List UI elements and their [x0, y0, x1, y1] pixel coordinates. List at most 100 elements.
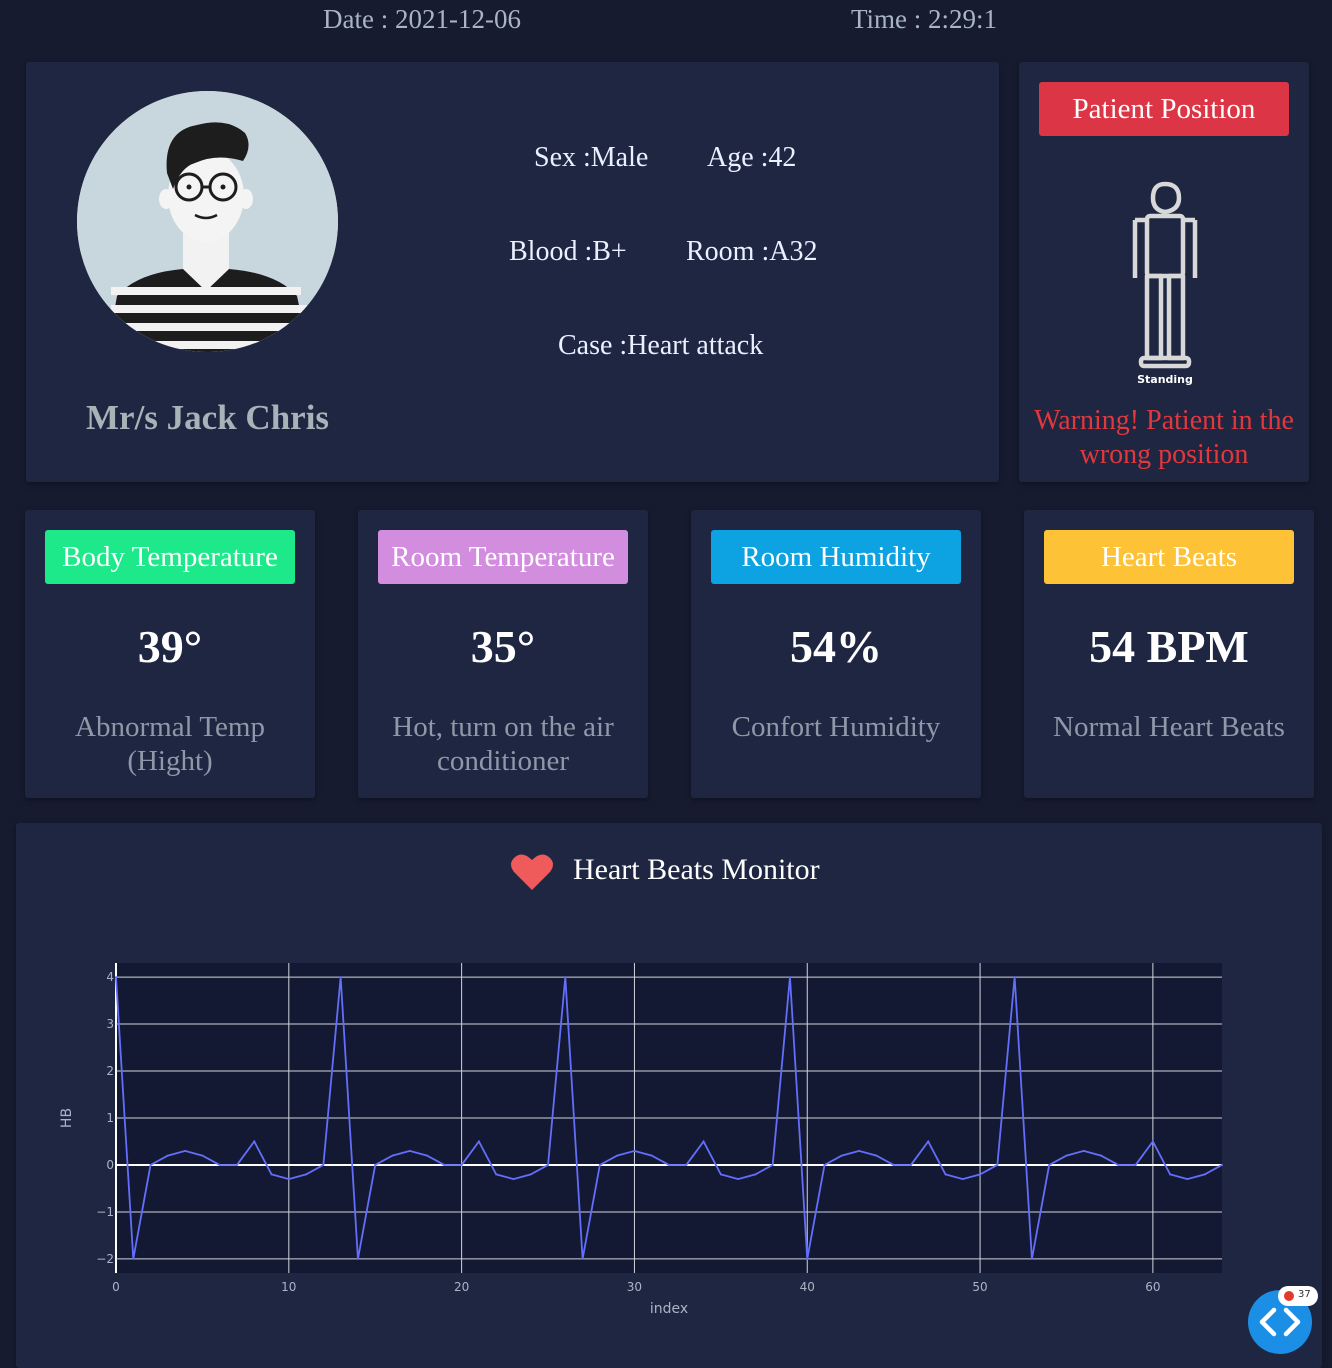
data-point [1203, 1173, 1206, 1176]
data-point [788, 976, 791, 979]
data-point [754, 1173, 757, 1176]
date-text: Date : 2021-12-06 [323, 4, 521, 34]
avatar-illustration [77, 91, 338, 352]
data-point [858, 1149, 861, 1152]
data-point [426, 1154, 429, 1157]
heart-beats-status: Normal Heart Beats [1053, 711, 1285, 743]
notification-badge: 37 [1278, 1286, 1318, 1306]
room-temperature-title: Room Temperature [378, 530, 628, 584]
data-point [1134, 1163, 1137, 1166]
data-point [547, 1163, 550, 1166]
room-temperature-card: Room Temperature 35° Hot, turn on the ai… [358, 510, 648, 798]
data-point [166, 1154, 169, 1157]
patient-profile-card: Mr/s Jack Chris Sex :Male Age :42 Blood … [26, 62, 999, 482]
data-point [374, 1163, 377, 1166]
room-temperature-status: Hot, turn on the air conditioner [392, 711, 614, 777]
data-point [633, 1149, 636, 1152]
patient-position-title: Patient Position [1039, 82, 1289, 136]
data-point [875, 1154, 878, 1157]
data-point [737, 1178, 740, 1181]
time-text: Time : 2:29:1 [851, 4, 998, 34]
data-point [287, 1178, 290, 1181]
data-point [616, 1154, 619, 1157]
data-point [823, 1163, 826, 1166]
data-point [149, 1163, 152, 1166]
patient-avatar [77, 91, 338, 352]
patient-blood: Blood :B+ [509, 236, 627, 267]
data-point [1030, 1257, 1033, 1260]
data-point [1048, 1163, 1051, 1166]
body-temperature-card: Body Temperature 39° Abnormal Temp (High… [25, 510, 315, 798]
room-humidity-value: 54% [790, 621, 882, 672]
data-point [529, 1173, 532, 1176]
data-point [408, 1149, 411, 1152]
heart-beats-title: Heart Beats [1044, 530, 1294, 584]
data-point [1065, 1154, 1068, 1157]
x-tick-label: 60 [1145, 1280, 1160, 1294]
data-point [806, 1257, 809, 1260]
data-point [564, 976, 567, 979]
y-tick-label: −2 [96, 1252, 114, 1266]
data-point [702, 1140, 705, 1143]
data-point [1221, 1163, 1223, 1166]
data-point [581, 1257, 584, 1260]
data-point [1082, 1149, 1085, 1152]
data-point [201, 1154, 204, 1157]
data-point [840, 1154, 843, 1157]
data-point [927, 1140, 930, 1143]
y-tick-label: 1 [106, 1111, 114, 1125]
x-tick-label: 0 [112, 1280, 120, 1294]
data-point [650, 1154, 653, 1157]
data-point [339, 976, 342, 979]
room-humidity-status: Confort Humidity [731, 711, 941, 743]
x-axis-label: index [650, 1301, 688, 1317]
data-point [685, 1163, 688, 1166]
room-temperature-value: 35° [470, 621, 536, 672]
patient-position-card: Patient Position Standing Warning! Patie… [1019, 62, 1309, 482]
data-point [961, 1178, 964, 1181]
body-temperature-value: 39° [137, 621, 203, 672]
data-point [253, 1140, 256, 1143]
data-point [270, 1173, 273, 1176]
heart-beats-card: Heart Beats 54 BPM Normal Heart Beats [1024, 510, 1314, 798]
header-bar: Date : 2021-12-06 Time : 2:29:1 [0, 0, 1332, 44]
patient-sex: Sex :Male [534, 142, 649, 173]
data-point [322, 1163, 325, 1166]
y-tick-label: 3 [106, 1017, 114, 1031]
data-point [460, 1163, 463, 1166]
data-point [115, 976, 117, 979]
x-tick-label: 10 [281, 1280, 296, 1294]
data-point [1169, 1173, 1172, 1176]
data-point [184, 1149, 187, 1152]
data-point [892, 1163, 895, 1166]
body-temperature-status: Abnormal Temp (Hight) [75, 711, 265, 777]
data-point [495, 1173, 498, 1176]
x-tick-label: 50 [972, 1280, 987, 1294]
heart-beats-monitor-card: Heart Beats Monitor 0 10 20 30 40 50 60 −2 −1 0 1 2… [16, 823, 1322, 1368]
x-tick-label: 40 [800, 1280, 815, 1294]
data-point [979, 1173, 982, 1176]
data-point [909, 1163, 912, 1166]
data-point [668, 1163, 670, 1166]
x-tick-label: 30 [627, 1280, 642, 1294]
patient-room: Room :A32 [686, 236, 818, 267]
y-tick-label: 0 [106, 1158, 114, 1172]
room-humidity-title: Room Humidity [711, 530, 961, 584]
x-tick-label: 20 [454, 1280, 469, 1294]
data-point [1117, 1163, 1120, 1166]
data-point [996, 1163, 999, 1166]
y-tick-label: 4 [106, 970, 114, 984]
data-point [598, 1163, 601, 1166]
data-point [391, 1154, 394, 1157]
data-point [477, 1140, 480, 1143]
heart-beats-chart[interactable]: 0 10 20 30 40 50 60 −2 −1 0 1 2 3 4 index HB [16, 823, 1322, 1343]
patient-case: Case :Heart attack [558, 330, 764, 361]
heart-beats-value: 54 BPM [1089, 621, 1249, 672]
data-point [235, 1163, 238, 1166]
data-point [771, 1163, 774, 1166]
data-point [1100, 1154, 1103, 1157]
data-point [512, 1178, 515, 1181]
data-point [944, 1173, 947, 1176]
data-point [719, 1173, 722, 1176]
data-point [218, 1163, 221, 1166]
